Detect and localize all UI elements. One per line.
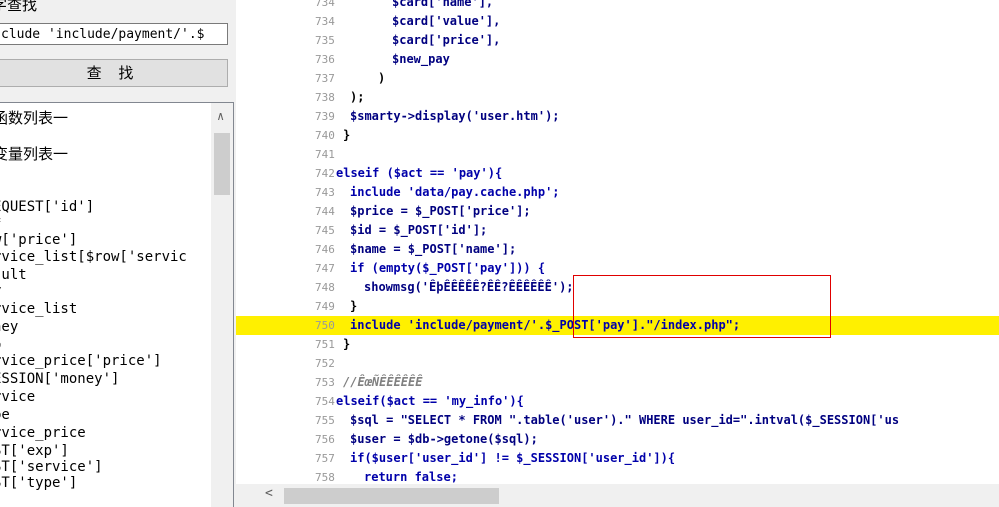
- code-line: 734 $card['value'],: [236, 12, 999, 31]
- line-number: 750: [315, 319, 335, 332]
- line-number: 736: [315, 53, 335, 66]
- line-number: 746: [315, 243, 335, 256]
- horizontal-scrollbar[interactable]: <: [236, 484, 999, 507]
- line-number: 755: [315, 414, 335, 427]
- scroll-left-icon[interactable]: <: [265, 486, 273, 501]
- code-text: $price = $_POST['price'];: [350, 204, 531, 218]
- scroll-up-icon[interactable]: ∧: [217, 109, 224, 123]
- code-text: include 'data/pay.cache.php';: [350, 185, 560, 199]
- line-number: 753: [315, 376, 335, 389]
- line-number: 757: [315, 452, 335, 465]
- list-item[interactable]: rvice_price: [0, 425, 86, 441]
- code-text: if (empty($_POST['pay'])) {: [350, 261, 546, 275]
- code-text: ): [378, 71, 386, 85]
- line-number: 752: [315, 357, 335, 370]
- code-line: 757 if($user['user_id'] != $_SESSION['use…: [236, 449, 999, 468]
- line-number: 735: [315, 34, 335, 47]
- code-text: $card['price'],: [392, 33, 501, 47]
- line-number: 756: [315, 433, 335, 446]
- code-editor[interactable]: 734 $card['name'], 734 $card['value'], 735 $c…: [236, 0, 999, 507]
- line-number: 740: [315, 129, 335, 142]
- code-line: 745 $id = $_POST['id'];: [236, 221, 999, 240]
- code-text: $name = $_POST['name'];: [350, 242, 517, 256]
- code-line: 741: [236, 145, 999, 164]
- list-item[interactable]: 变量列表一: [0, 143, 68, 164]
- list-item[interactable]: rvice_list[$row['servic: [0, 249, 187, 265]
- code-line: 738);: [236, 88, 999, 107]
- code-line: 736 $new_pay: [236, 50, 999, 69]
- list-scrollbar[interactable]: ∧: [211, 103, 233, 507]
- panel-title: 字查找: [0, 0, 38, 14]
- list-item[interactable]: ST['type']: [0, 475, 77, 491]
- line-number: 737: [315, 72, 335, 85]
- code-text: }: [343, 128, 351, 142]
- code-line: 735 $card['price'],: [236, 31, 999, 50]
- line-number: 747: [315, 262, 335, 275]
- code-text: }: [343, 337, 351, 351]
- code-line: 742 elseif ($act == 'pay'){: [236, 164, 999, 183]
- list-item[interactable]: pe: [0, 407, 10, 423]
- list-item[interactable]: ney: [0, 319, 18, 335]
- code-line: 753 //ÊœÑÊÊÊÊÊÊ: [236, 373, 999, 392]
- line-number: 748: [315, 281, 335, 294]
- line-number: 743: [315, 186, 335, 199]
- code-text: $user = $db->getone($sql);: [350, 432, 538, 446]
- list-item[interactable]: f: [0, 217, 1, 233]
- line-number: 734: [315, 15, 335, 28]
- code-line: 754 elseif($act == 'my_info'){: [236, 392, 999, 411]
- code-line: 743 include 'data/pay.cache.php';: [236, 183, 999, 202]
- function-list[interactable]: 函数列表一变量列表一EQUEST['id']fw['price']rvice_l…: [0, 102, 234, 507]
- code-text: );: [350, 90, 365, 104]
- list-item[interactable]: EQUEST['id']: [0, 199, 94, 215]
- code-line: 756 $user = $db->getone($sql);: [236, 430, 999, 449]
- list-item[interactable]: o: [0, 337, 1, 353]
- line-number: 741: [315, 148, 335, 161]
- list-item[interactable]: ST['exp']: [0, 443, 69, 459]
- line-number: 734: [315, 0, 335, 9]
- code-text: }: [350, 299, 358, 313]
- code-line: 740}: [236, 126, 999, 145]
- search-panel: 字查找 clude 'include/payment/'.$ 查 找 函数列表一…: [0, 0, 236, 507]
- code-line: 734 $card['name'],: [236, 0, 999, 12]
- list-item[interactable]: y: [0, 283, 1, 299]
- scroll-thumb[interactable]: [214, 133, 230, 195]
- code-text: $smarty->display('user.htm');: [350, 109, 560, 123]
- list-item[interactable]: rvice_list: [0, 301, 77, 317]
- code-line: 739 $smarty->display('user.htm');: [236, 107, 999, 126]
- line-number: 739: [315, 110, 335, 123]
- code-text: $card['name'],: [392, 0, 494, 9]
- list-item[interactable]: ESSION['money']: [0, 371, 119, 387]
- code-text: $id = $_POST['id'];: [350, 223, 488, 237]
- code-text: $sql = "SELECT * FROM ".table('user')." …: [350, 413, 900, 427]
- list-item[interactable]: rvice: [0, 389, 35, 405]
- code-line: 752: [236, 354, 999, 373]
- list-item[interactable]: rvice_price['price']: [0, 353, 162, 369]
- line-number: 744: [315, 205, 335, 218]
- search-input[interactable]: clude 'include/payment/'.$: [0, 23, 228, 45]
- code-text: elseif ($act == 'pay'){: [336, 166, 503, 180]
- line-number: 745: [315, 224, 335, 237]
- list-item[interactable]: w['price']: [0, 232, 77, 248]
- list-item[interactable]: sult: [0, 267, 27, 283]
- list-item[interactable]: 函数列表一: [0, 107, 68, 128]
- code-text: //ÊœÑÊÊÊÊÊÊ: [343, 375, 423, 389]
- find-button[interactable]: 查 找: [0, 59, 228, 87]
- code-text: $new_pay: [392, 52, 450, 66]
- code-text: if($user['user_id'] != $_SESSION['user_i…: [350, 451, 676, 465]
- code-text: elseif($act == 'my_info'){: [336, 394, 524, 408]
- line-number: 749: [315, 300, 335, 313]
- highlight-box: [573, 275, 831, 338]
- line-number: 738: [315, 91, 335, 104]
- code-line: 746 $name = $_POST['name'];: [236, 240, 999, 259]
- code-line: 744 $price = $_POST['price'];: [236, 202, 999, 221]
- hscroll-thumb[interactable]: [284, 488, 499, 504]
- line-number: 751: [315, 338, 335, 351]
- code-line: 737): [236, 69, 999, 88]
- list-item[interactable]: ST['service']: [0, 459, 103, 475]
- code-text: showmsg('ÊþÊÊÊÊÊ?ÊÊ?ÊÊÊÊÊÊ');: [364, 280, 574, 294]
- code-text: $card['value'],: [392, 14, 501, 28]
- code-line: 755 $sql = "SELECT * FROM ".table('user')…: [236, 411, 999, 430]
